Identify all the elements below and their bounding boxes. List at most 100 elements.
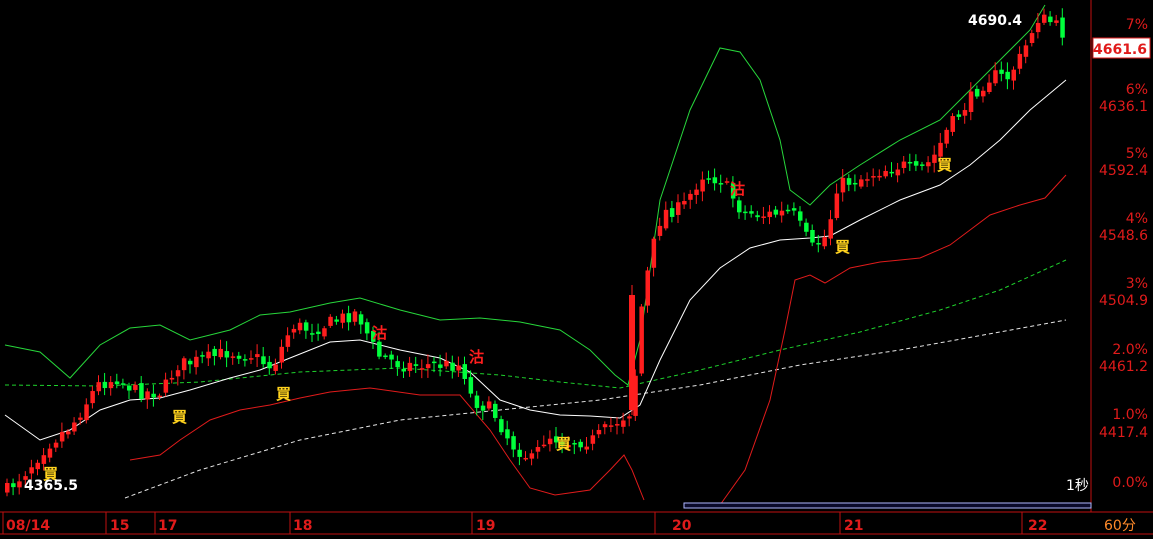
candle-body-94 xyxy=(578,441,583,448)
candle-body-168 xyxy=(1029,33,1035,43)
pct-tick-6: 6% xyxy=(1126,82,1148,98)
candle-body-74 xyxy=(456,365,461,371)
candle-body-107 xyxy=(657,225,663,236)
candle-body-41 xyxy=(255,354,260,358)
candle-body-84 xyxy=(517,449,522,457)
buy-signal-6: 買 xyxy=(937,156,952,174)
candle-body-106 xyxy=(651,238,657,268)
candle-body-46 xyxy=(285,335,291,347)
candle-body-27 xyxy=(169,377,175,380)
candle-body-85 xyxy=(523,457,528,460)
candle-body-133 xyxy=(816,242,821,245)
candle-body-78 xyxy=(480,405,486,411)
sell-signal-3: 沽 xyxy=(730,180,745,198)
chart-scrollbar[interactable] xyxy=(683,502,1092,509)
candle-body-9 xyxy=(59,432,65,442)
candle-body-132 xyxy=(810,229,815,243)
candle-body-170 xyxy=(1042,14,1047,23)
bollinger-bands xyxy=(4,4,1067,506)
candle-body-8 xyxy=(53,442,59,448)
candle-body-97 xyxy=(596,429,602,435)
price-tick-3: 4504.9 xyxy=(1099,293,1148,309)
candle-body-57 xyxy=(352,311,358,322)
candle-body-162 xyxy=(993,70,998,84)
candle-body-154 xyxy=(944,129,949,144)
candle-body-148 xyxy=(907,161,913,164)
candle-body-145 xyxy=(889,171,894,174)
candle-body-138 xyxy=(846,178,852,185)
candle-body-17 xyxy=(108,382,114,389)
candle-body-149 xyxy=(913,161,919,166)
price-tick-4: 4461.2 xyxy=(1099,359,1148,375)
price-tick-5: 4417.4 xyxy=(1099,425,1148,441)
candle-body-50 xyxy=(310,333,315,335)
candle-body-157 xyxy=(962,110,968,116)
candle-body-129 xyxy=(791,208,797,211)
candle-body-111 xyxy=(682,201,687,205)
candle-body-114 xyxy=(700,179,705,192)
candle-body-28 xyxy=(175,370,181,377)
candle-body-116 xyxy=(712,177,718,184)
price-tick-1: 4592.4 xyxy=(1099,163,1148,179)
candle-body-49 xyxy=(303,322,309,331)
candle-body-79 xyxy=(486,401,492,409)
candle-body-86 xyxy=(529,453,535,459)
candle-body-160 xyxy=(981,90,986,97)
period-label[interactable]: 60分 xyxy=(1104,518,1136,534)
candle-body-98 xyxy=(602,424,608,428)
candle-body-43 xyxy=(267,361,272,369)
percent-axis: 7% 6% 5% 4% 3% 2.0% 1.0% 0.0% xyxy=(1112,17,1148,491)
sell-signal-2: 沽 xyxy=(469,348,484,366)
candle-body-37 xyxy=(230,356,236,358)
price-tick-2: 4548.6 xyxy=(1099,228,1148,244)
candle-body-117 xyxy=(718,183,724,185)
candle-body-130 xyxy=(798,211,803,221)
date-label-0: 08/14 xyxy=(6,518,50,534)
candle-body-16 xyxy=(102,381,108,389)
refresh-speed-label: 1秒 xyxy=(1066,478,1089,494)
candle-body-99 xyxy=(608,425,614,427)
pct-tick-3: 3% xyxy=(1126,276,1148,292)
buy-signal-5: 買 xyxy=(835,238,850,256)
date-label-6: 21 xyxy=(844,518,863,534)
candle-body-125 xyxy=(767,211,772,218)
candle-body-172 xyxy=(1054,20,1059,23)
candle-body-142 xyxy=(871,176,876,178)
candle-body-137 xyxy=(840,177,846,193)
candle-body-161 xyxy=(987,82,992,93)
candle-body-34 xyxy=(212,348,217,357)
candle-body-55 xyxy=(340,313,345,323)
candle-body-33 xyxy=(206,351,211,359)
candle-body-40 xyxy=(249,358,254,360)
candle-body-164 xyxy=(1005,71,1010,80)
candle-body-7 xyxy=(47,448,53,458)
candle-body-101 xyxy=(621,420,626,427)
candle-body-65 xyxy=(401,368,406,372)
pct-tick-7: 7% xyxy=(1126,17,1148,33)
candle-body-102 xyxy=(627,416,632,419)
candle-body-163 xyxy=(999,69,1004,74)
candle-body-144 xyxy=(883,170,888,177)
pct-tick-4: 4% xyxy=(1126,211,1148,227)
candle-body-53 xyxy=(328,316,333,326)
candle-body-159 xyxy=(974,88,980,97)
stock-chart: 買買買買買買沽沽沽 7% 6% 5% 4% 3% 2.0% 1.0% 0.0% … xyxy=(0,0,1153,535)
candle-body-113 xyxy=(694,189,699,195)
candle-body-123 xyxy=(755,215,760,218)
candle-body-30 xyxy=(188,360,193,365)
candle-body-51 xyxy=(316,331,321,334)
candle-body-67 xyxy=(413,364,419,366)
candle-body-69 xyxy=(425,364,431,369)
candles xyxy=(5,8,1065,497)
high-price-label: 4690.4 xyxy=(968,13,1022,29)
candle-body-150 xyxy=(920,164,925,166)
candle-body-140 xyxy=(859,179,864,187)
ma-green-line xyxy=(4,259,1067,389)
candle-body-120 xyxy=(737,200,742,213)
candle-body-171 xyxy=(1048,16,1053,23)
candle-body-42 xyxy=(261,356,266,365)
candle-body-6 xyxy=(41,455,47,464)
candle-body-121 xyxy=(743,211,748,214)
candle-body-1 xyxy=(11,483,16,488)
candle-body-83 xyxy=(511,436,516,450)
